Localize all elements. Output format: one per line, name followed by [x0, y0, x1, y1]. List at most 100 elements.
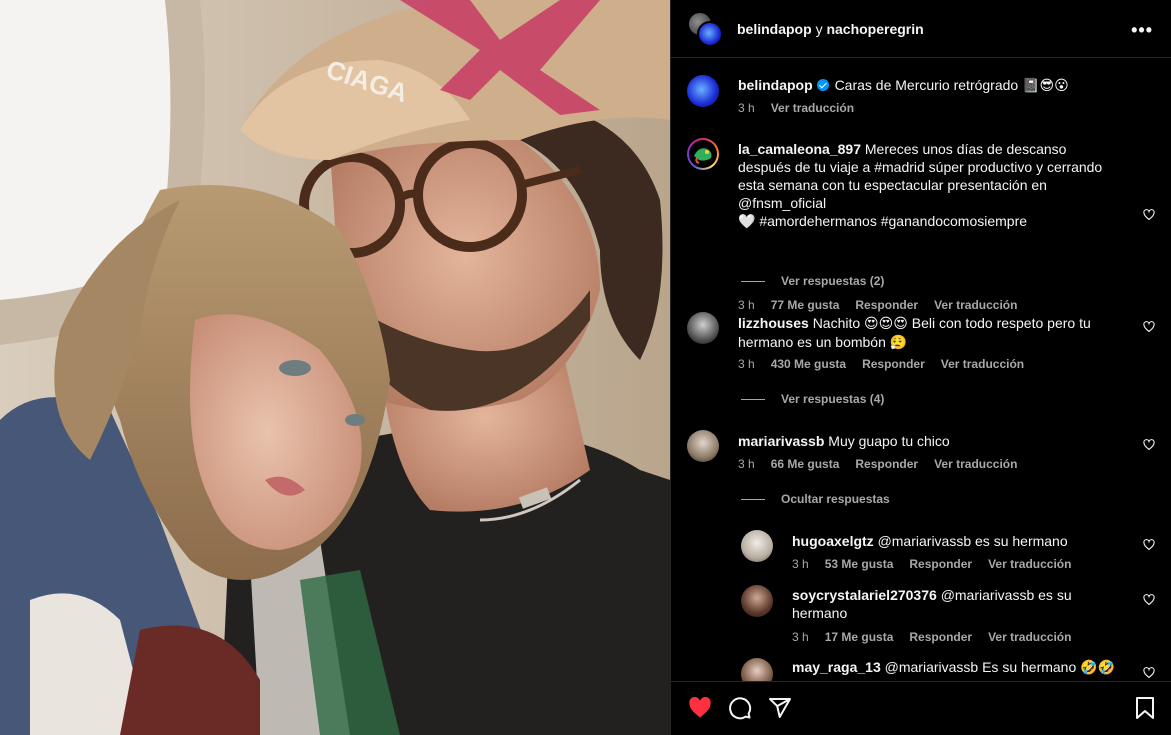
- author-conjunction: y: [815, 20, 823, 37]
- comment-likes[interactable]: 17 Me gusta: [825, 630, 894, 644]
- comment-emoji: 😮‍💨: [889, 335, 908, 351]
- comment-line: hermano es un bombón: [738, 334, 886, 350]
- comment-line: después de tu viaje a #madrid súper prod…: [738, 159, 1103, 175]
- collab-avatars[interactable]: [687, 10, 723, 47]
- comment-likes[interactable]: 53 Me gusta: [825, 557, 894, 571]
- comment-text: may_raga_13 @mariarivassb Es su hermano …: [792, 658, 1115, 677]
- comment-username[interactable]: belindapop: [738, 77, 813, 93]
- comment-username[interactable]: la_camaleona_897: [738, 141, 861, 157]
- avatar[interactable]: [687, 312, 719, 344]
- post-detail-panel: belindapop y nachoperegrin ••• belindapo…: [670, 0, 1171, 735]
- comment-username[interactable]: hugoaxelgtz: [792, 533, 874, 549]
- see-translation-button[interactable]: Ver traducción: [934, 298, 1017, 312]
- avatar[interactable]: [687, 75, 719, 107]
- view-replies-label[interactable]: Ver respuestas (4): [781, 392, 884, 406]
- comment-likes[interactable]: 430 Me gusta: [771, 357, 846, 371]
- comment-time[interactable]: 3 h: [738, 357, 755, 371]
- comment-line: Muy guapo tu chico: [828, 433, 950, 449]
- like-comment-heart-icon[interactable]: [1143, 209, 1155, 221]
- avatar[interactable]: [687, 430, 719, 462]
- comment-meta: 3 h 77 Me gusta Responder Ver traducción: [738, 298, 1017, 312]
- more-options-icon[interactable]: •••: [1131, 20, 1153, 41]
- mention-link[interactable]: @fnsm_oficial: [738, 194, 1138, 212]
- replies-divider: [741, 280, 765, 282]
- replies-divider: [741, 398, 765, 400]
- comment-likes[interactable]: 77 Me gusta: [771, 298, 840, 312]
- avatar[interactable]: [741, 530, 773, 562]
- avatar[interactable]: [741, 585, 773, 617]
- comment-likes[interactable]: 66 Me gusta: [771, 457, 840, 471]
- see-translation-button[interactable]: Ver traducción: [941, 357, 1024, 371]
- post-action-bar: [671, 681, 1171, 735]
- comment-line: Nachito: [812, 315, 861, 331]
- comment: la_camaleona_897 Mereces unos días de de…: [671, 125, 1171, 312]
- comment-time[interactable]: 3 h: [738, 457, 755, 471]
- avatar[interactable]: [697, 20, 723, 47]
- hide-replies-label[interactable]: Ocultar respuestas: [781, 492, 890, 506]
- see-translation-button[interactable]: Ver traducción: [988, 557, 1071, 571]
- see-translation-button[interactable]: Ver traducción: [934, 457, 1017, 471]
- comment-icon[interactable]: [728, 696, 752, 720]
- comment-line: Mereces unos días de descanso: [864, 141, 1067, 157]
- comment-meta: 3 h 17 Me gusta Responder Ver traducción: [792, 630, 1071, 644]
- author-link[interactable]: nachoperegrin: [826, 21, 923, 37]
- see-translation-button[interactable]: Ver traducción: [988, 630, 1071, 644]
- post-image-illustration: CIAGA: [0, 0, 670, 735]
- reply-button[interactable]: Responder: [855, 298, 918, 312]
- comment-username[interactable]: lizzhouses: [738, 315, 809, 331]
- verified-badge-icon: [816, 79, 829, 91]
- author-link[interactable]: belindapop: [737, 21, 812, 37]
- comment-line: esta semana con tu espectacular presenta…: [738, 177, 1047, 193]
- comment-emoji: 🤣🤣: [1080, 660, 1116, 676]
- comment-text: soycrystalariel270376 @mariarivassb es s…: [792, 586, 1092, 622]
- comment-line: @mariarivassb es su: [940, 587, 1072, 603]
- comment-line: @mariarivassb Es su hermano: [884, 659, 1077, 675]
- comment-meta: 3 h 430 Me gusta Responder Ver traducció…: [738, 357, 1024, 371]
- caption: belindapop Caras de Mercurio retrógrado …: [671, 59, 1171, 125]
- hide-replies-button[interactable]: Ocultar respuestas: [741, 492, 890, 506]
- share-icon[interactable]: [768, 696, 792, 720]
- post-photo[interactable]: CIAGA: [0, 0, 670, 735]
- comments-list[interactable]: belindapop Caras de Mercurio retrógrado …: [671, 59, 1171, 681]
- view-replies-button[interactable]: Ver respuestas (4): [741, 392, 884, 406]
- chameleon-icon: [694, 148, 712, 164]
- comment-username[interactable]: soycrystalariel270376: [792, 587, 937, 603]
- comment-time[interactable]: 3 h: [792, 630, 809, 644]
- comment-time[interactable]: 3 h: [792, 557, 809, 571]
- reply-button[interactable]: Responder: [855, 457, 918, 471]
- comment-username[interactable]: mariarivassb: [738, 433, 824, 449]
- comment-time[interactable]: 3 h: [738, 298, 755, 312]
- view-replies-button[interactable]: Ver respuestas (2): [741, 274, 884, 288]
- comment-text: la_camaleona_897 Mereces unos días de de…: [738, 140, 1138, 231]
- comment-line: hermano: [792, 605, 848, 621]
- reply-button[interactable]: Responder: [909, 630, 972, 644]
- comment-line: @mariarivassb es su hermano: [877, 533, 1068, 549]
- like-comment-heart-icon[interactable]: [1143, 321, 1155, 333]
- like-comment-heart-icon[interactable]: [1143, 539, 1155, 551]
- see-translation-button[interactable]: Ver traducción: [771, 101, 854, 115]
- caption-text: belindapop Caras de Mercurio retrógrado …: [738, 76, 1069, 95]
- view-replies-label[interactable]: Ver respuestas (2): [781, 274, 884, 288]
- caption-emoji: 📓😎😮: [1022, 78, 1069, 94]
- comment-meta: 3 h 53 Me gusta Responder Ver traducción: [792, 557, 1071, 571]
- comment-emoji: 😍😍😍: [864, 316, 908, 332]
- comment-line: Beli con todo respeto pero tu: [911, 315, 1091, 331]
- reply-button[interactable]: Responder: [862, 357, 925, 371]
- like-comment-heart-icon[interactable]: [1143, 667, 1155, 679]
- comment-text: hugoaxelgtz @mariarivassb es su hermano: [792, 532, 1068, 550]
- post-authors: belindapop y nachoperegrin: [737, 21, 924, 37]
- avatar[interactable]: [687, 138, 719, 170]
- comment-username[interactable]: may_raga_13: [792, 659, 881, 675]
- comment-text: lizzhouses Nachito 😍😍😍 Beli con todo res…: [738, 314, 1138, 352]
- comment-time[interactable]: 3 h: [738, 101, 755, 115]
- like-comment-heart-icon[interactable]: [1143, 594, 1155, 606]
- caption-body: Caras de Mercurio retrógrado: [834, 77, 1019, 93]
- avatar[interactable]: [741, 658, 773, 681]
- comment-meta: 3 h 66 Me gusta Responder Ver traducción: [738, 457, 1017, 471]
- comment-meta: 3 h Ver traducción: [738, 101, 854, 115]
- like-heart-icon[interactable]: [687, 696, 713, 720]
- reply-button[interactable]: Responder: [909, 557, 972, 571]
- save-bookmark-icon[interactable]: [1134, 696, 1156, 720]
- like-comment-heart-icon[interactable]: [1143, 439, 1155, 451]
- hashtag-link[interactable]: #amordehermanos #ganandocomosiempre: [759, 213, 1027, 229]
